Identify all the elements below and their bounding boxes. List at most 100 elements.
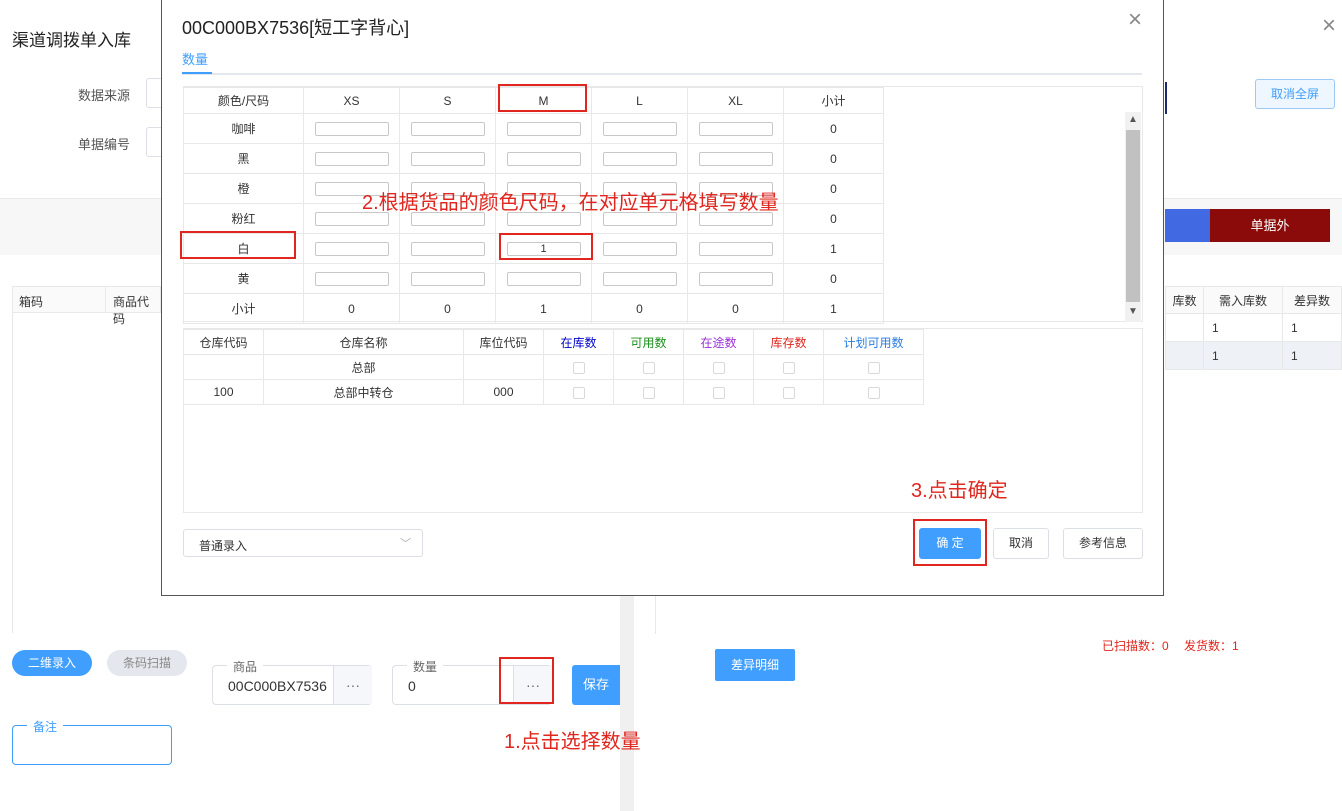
- checkbox[interactable]: [782, 361, 795, 374]
- row-subtotal: 0: [783, 203, 884, 234]
- col-product-code: 商品代码: [113, 295, 150, 326]
- warehouse-code: 100: [183, 379, 264, 405]
- qty-cell-input[interactable]: [506, 121, 581, 136]
- table-row[interactable]: 1 1: [1165, 313, 1342, 342]
- qty-cell-input[interactable]: [314, 151, 389, 166]
- qty-cell-input[interactable]: [698, 271, 773, 286]
- product-more-icon[interactable]: ···: [333, 666, 372, 704]
- page-close-icon[interactable]: ×: [1322, 14, 1336, 38]
- qty-cell-input[interactable]: [314, 241, 389, 256]
- entry-mode-select[interactable]: 普通录入 ﹀: [183, 529, 423, 557]
- qty-cell: [303, 263, 400, 294]
- checkbox[interactable]: [642, 386, 655, 399]
- scroll-up-icon[interactable]: ▲: [1128, 114, 1138, 125]
- page-title: 渠道调拨单入库: [12, 31, 131, 50]
- size-row: 黄0: [183, 263, 884, 294]
- qty-cell-input[interactable]: [602, 151, 677, 166]
- qty-cell-input[interactable]: [602, 121, 677, 136]
- highlight-size-m: [498, 84, 587, 112]
- split-gutter: [620, 596, 634, 811]
- stock-checkbox-cell: [543, 354, 614, 380]
- qty-cell-input[interactable]: [698, 151, 773, 166]
- qty-cell-input[interactable]: [410, 121, 485, 136]
- qty-cell: [303, 143, 400, 174]
- highlight-qty-dots: [499, 657, 554, 704]
- subtotal-m: 1: [495, 293, 592, 324]
- annotation-step-2: 2.根据货品的颜色尺码，在对应单元格填写数量: [362, 192, 779, 214]
- qty-label: 数量: [407, 658, 444, 675]
- highlight-white-m-cell: [499, 233, 593, 260]
- size-row: 黑0: [183, 143, 884, 174]
- col-divider: [105, 286, 106, 313]
- checkbox[interactable]: [782, 386, 795, 399]
- qty-cell-input[interactable]: [410, 241, 485, 256]
- qty-cell: [303, 233, 400, 264]
- checkbox[interactable]: [572, 386, 585, 399]
- qty-cell-input[interactable]: [314, 121, 389, 136]
- tab-bar-line: [182, 73, 1142, 75]
- barcode-scan-button[interactable]: 条码扫描: [107, 650, 187, 676]
- qty-cell-input[interactable]: [410, 151, 485, 166]
- checkbox[interactable]: [712, 386, 725, 399]
- col-size-xl: XL: [687, 87, 784, 114]
- matrix-scroll-thumb[interactable]: [1126, 130, 1140, 302]
- ref-info-button[interactable]: 参考信息: [1063, 528, 1143, 559]
- col-color-size: 颜色/尺码: [183, 87, 304, 114]
- color-label: 黄: [183, 263, 304, 294]
- row-subtotal: 0: [783, 173, 884, 204]
- quantity-dialog: 00C000BX7536[短工字背心] × 数量 颜色/尺码 XS S M L …: [161, 0, 1164, 596]
- qty-cell: [591, 143, 688, 174]
- col-need-in: 需入库数: [1203, 286, 1283, 314]
- table-row[interactable]: 总部: [183, 354, 924, 380]
- color-label: 粉红: [183, 203, 304, 234]
- dialog-close-icon[interactable]: ×: [1128, 8, 1142, 32]
- annotation-step-3: 3.点击确定: [911, 480, 1008, 502]
- checkbox[interactable]: [867, 386, 880, 399]
- stock-checkbox-cell: [613, 354, 684, 380]
- subtotal-xs: 0: [303, 293, 400, 324]
- cancel-fullscreen-button[interactable]: 取消全屏: [1255, 79, 1335, 109]
- qty-cell-input[interactable]: [410, 271, 485, 286]
- data-source-label: 数据来源: [78, 88, 131, 103]
- product-field[interactable]: 商品 00C000BX7536 ···: [212, 658, 372, 705]
- checkbox[interactable]: [642, 361, 655, 374]
- row-subtotal: 0: [783, 143, 884, 174]
- qty-cell: [687, 113, 784, 144]
- tab-active-ink: [182, 72, 212, 74]
- table-row[interactable]: 1 1: [1165, 341, 1342, 370]
- qty-cell: [591, 263, 688, 294]
- annotation-step-1: 1.点击选择数量: [504, 731, 641, 753]
- chevron-down-icon: ﹀: [400, 538, 411, 550]
- checkbox[interactable]: [867, 361, 880, 374]
- cancel-button[interactable]: 取消: [993, 528, 1049, 559]
- remark-field[interactable]: 备注: [12, 718, 172, 765]
- row-subtotal: 0: [783, 263, 884, 294]
- save-button[interactable]: 保存: [572, 665, 620, 705]
- qty-cell-input[interactable]: [506, 271, 581, 286]
- left-table-header: 箱码 商品代码: [12, 286, 161, 326]
- cell: 1: [1282, 313, 1342, 342]
- cell: 1: [1203, 341, 1283, 370]
- qr-entry-button[interactable]: 二维录入: [12, 650, 92, 676]
- qty-cell-input[interactable]: [602, 241, 677, 256]
- col-box-code: 箱码: [19, 295, 44, 309]
- qty-cell-input[interactable]: [314, 271, 389, 286]
- warehouse-col-header: 仓库名称: [263, 329, 464, 355]
- checkbox[interactable]: [572, 361, 585, 374]
- table-row[interactable]: 100 总部中转仓 000: [183, 379, 924, 405]
- right-panel-border: [655, 596, 656, 634]
- blue-tab[interactable]: [1165, 209, 1210, 242]
- checkbox[interactable]: [712, 361, 725, 374]
- qty-cell-input[interactable]: [506, 151, 581, 166]
- diff-detail-button[interactable]: 差异明细: [715, 649, 795, 681]
- qty-cell-input[interactable]: [602, 271, 677, 286]
- qty-cell-input[interactable]: [698, 121, 773, 136]
- scroll-down-icon[interactable]: ▼: [1128, 306, 1138, 317]
- dialog-title: 00C000BX7536[短工字背心]: [182, 18, 410, 38]
- qty-cell-input[interactable]: [698, 241, 773, 256]
- location-code: [463, 354, 544, 380]
- tab-quantity[interactable]: 数量: [182, 49, 208, 68]
- warehouse-col-header: 在库数: [543, 329, 614, 355]
- stock-checkbox-cell: [753, 379, 824, 405]
- doc-outside-tab[interactable]: 单据外: [1210, 209, 1330, 242]
